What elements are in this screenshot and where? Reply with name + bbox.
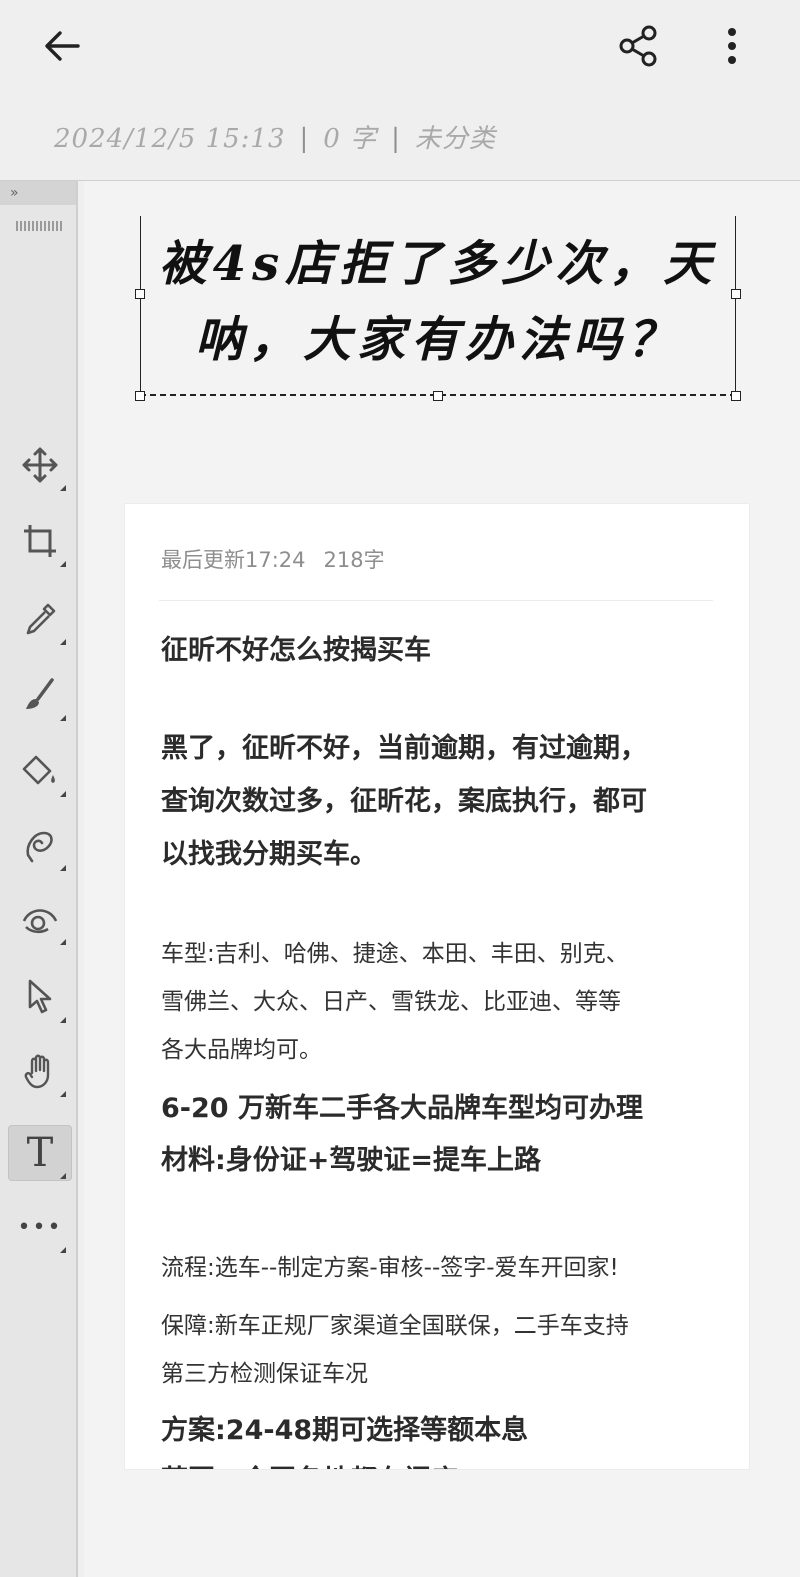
more-tools-button[interactable]: ••• <box>8 1199 72 1255</box>
hand-tool[interactable] <box>8 1043 72 1099</box>
process-line: 流程:选车--制定方案-审核--签字-爱车开回家! <box>161 1255 619 1281</box>
brush-tool[interactable] <box>8 667 72 723</box>
eyedropper-tool[interactable] <box>8 591 72 647</box>
palette-grip[interactable] <box>16 221 62 231</box>
move-icon <box>22 447 58 483</box>
resize-handle[interactable] <box>135 391 145 401</box>
word-count: 0 字 <box>323 124 378 154</box>
select-tool[interactable] <box>8 969 72 1025</box>
category-label[interactable]: 未分类 <box>415 124 496 154</box>
canvas-title: 被4s店拒了多少次，天 呐，大家有办法吗？ <box>144 226 732 378</box>
lasso-icon <box>26 831 53 863</box>
back-button[interactable] <box>34 18 90 74</box>
resize-handle[interactable] <box>731 391 741 401</box>
cutoff-line: 范围：全国各地都有门店 <box>161 1454 721 1469</box>
crop-tool[interactable] <box>8 513 72 569</box>
models-line: 车型:吉利、哈佛、捷途、本田、丰田、别克、 <box>161 941 629 967</box>
guarantee-line: 第三方检测保证车况 <box>161 1361 368 1387</box>
card-divider <box>159 600 713 601</box>
collapse-palette-button[interactable]: » <box>0 181 76 205</box>
note-heading: 征昕不好怎么按揭买车 <box>161 635 431 666</box>
title-line: 呐，大家有办法吗？ <box>194 312 681 368</box>
pitch-line: 黑了，征昕不好，当前逾期，有过逾期， <box>161 733 647 764</box>
guarantee-line: 保障:新车正规厂家渠道全国联保，二手车支持 <box>161 1313 629 1339</box>
more-options-button[interactable] <box>704 18 760 74</box>
pitch-line: 查询次数过多，征昕花，案底执行，都可 <box>161 786 647 817</box>
share-icon <box>619 25 657 67</box>
hand-icon <box>24 1054 50 1089</box>
note-meta: 2024/12/5 15:13 | 0 字 | 未分类 <box>54 124 496 154</box>
brush-icon <box>26 678 54 709</box>
price-line: 6-20 万新车二手各大品牌车型均可办理 <box>161 1093 643 1124</box>
select-arrow-icon <box>28 979 52 1014</box>
resize-handle[interactable] <box>433 391 443 401</box>
timestamp: 2024/12/5 15:13 <box>54 124 286 154</box>
share-button[interactable] <box>610 18 666 74</box>
top-app-bar <box>0 0 800 92</box>
models-line: 各大品牌均可。 <box>161 1037 322 1063</box>
plan-line: 方案:24-48期可选择等额本息 <box>161 1415 529 1446</box>
text-tool-icon: T <box>26 1130 54 1176</box>
resize-handle[interactable] <box>731 289 741 299</box>
note-updated: 最后更新17:24 218字 <box>161 548 385 572</box>
title-line: 被4s店拒了多少次，天 <box>158 236 718 292</box>
tool-palette: » T ••• <box>0 181 78 1577</box>
pitch-line: 以找我分期买车。 <box>161 839 377 870</box>
crop-icon <box>24 525 56 557</box>
title-text-layer[interactable]: 被4s店拒了多少次，天 呐，大家有办法吗？ <box>135 216 741 401</box>
paint-bucket-icon <box>22 755 55 785</box>
more-tools-icon: ••• <box>17 1214 63 1240</box>
back-arrow-icon <box>45 31 80 61</box>
view-tool[interactable] <box>8 891 72 947</box>
paint-bucket-tool[interactable] <box>8 743 72 799</box>
move-tool[interactable] <box>8 437 72 493</box>
eye-icon <box>22 909 58 934</box>
models-line: 雪佛兰、大众、日产、雪铁龙、比亚迪、等等 <box>161 989 621 1015</box>
text-tool[interactable]: T <box>8 1125 72 1181</box>
eyedropper-icon <box>26 603 56 635</box>
materials-line: 材料:身份证+驾驶证=提车上路 <box>161 1145 542 1176</box>
note-card-image: 最后更新17:24 218字 征昕不好怎么按揭买车 黑了，征昕不好，当前逾期，有过… <box>124 503 750 1470</box>
more-vert-icon <box>728 28 736 64</box>
lasso-tool[interactable] <box>8 817 72 873</box>
